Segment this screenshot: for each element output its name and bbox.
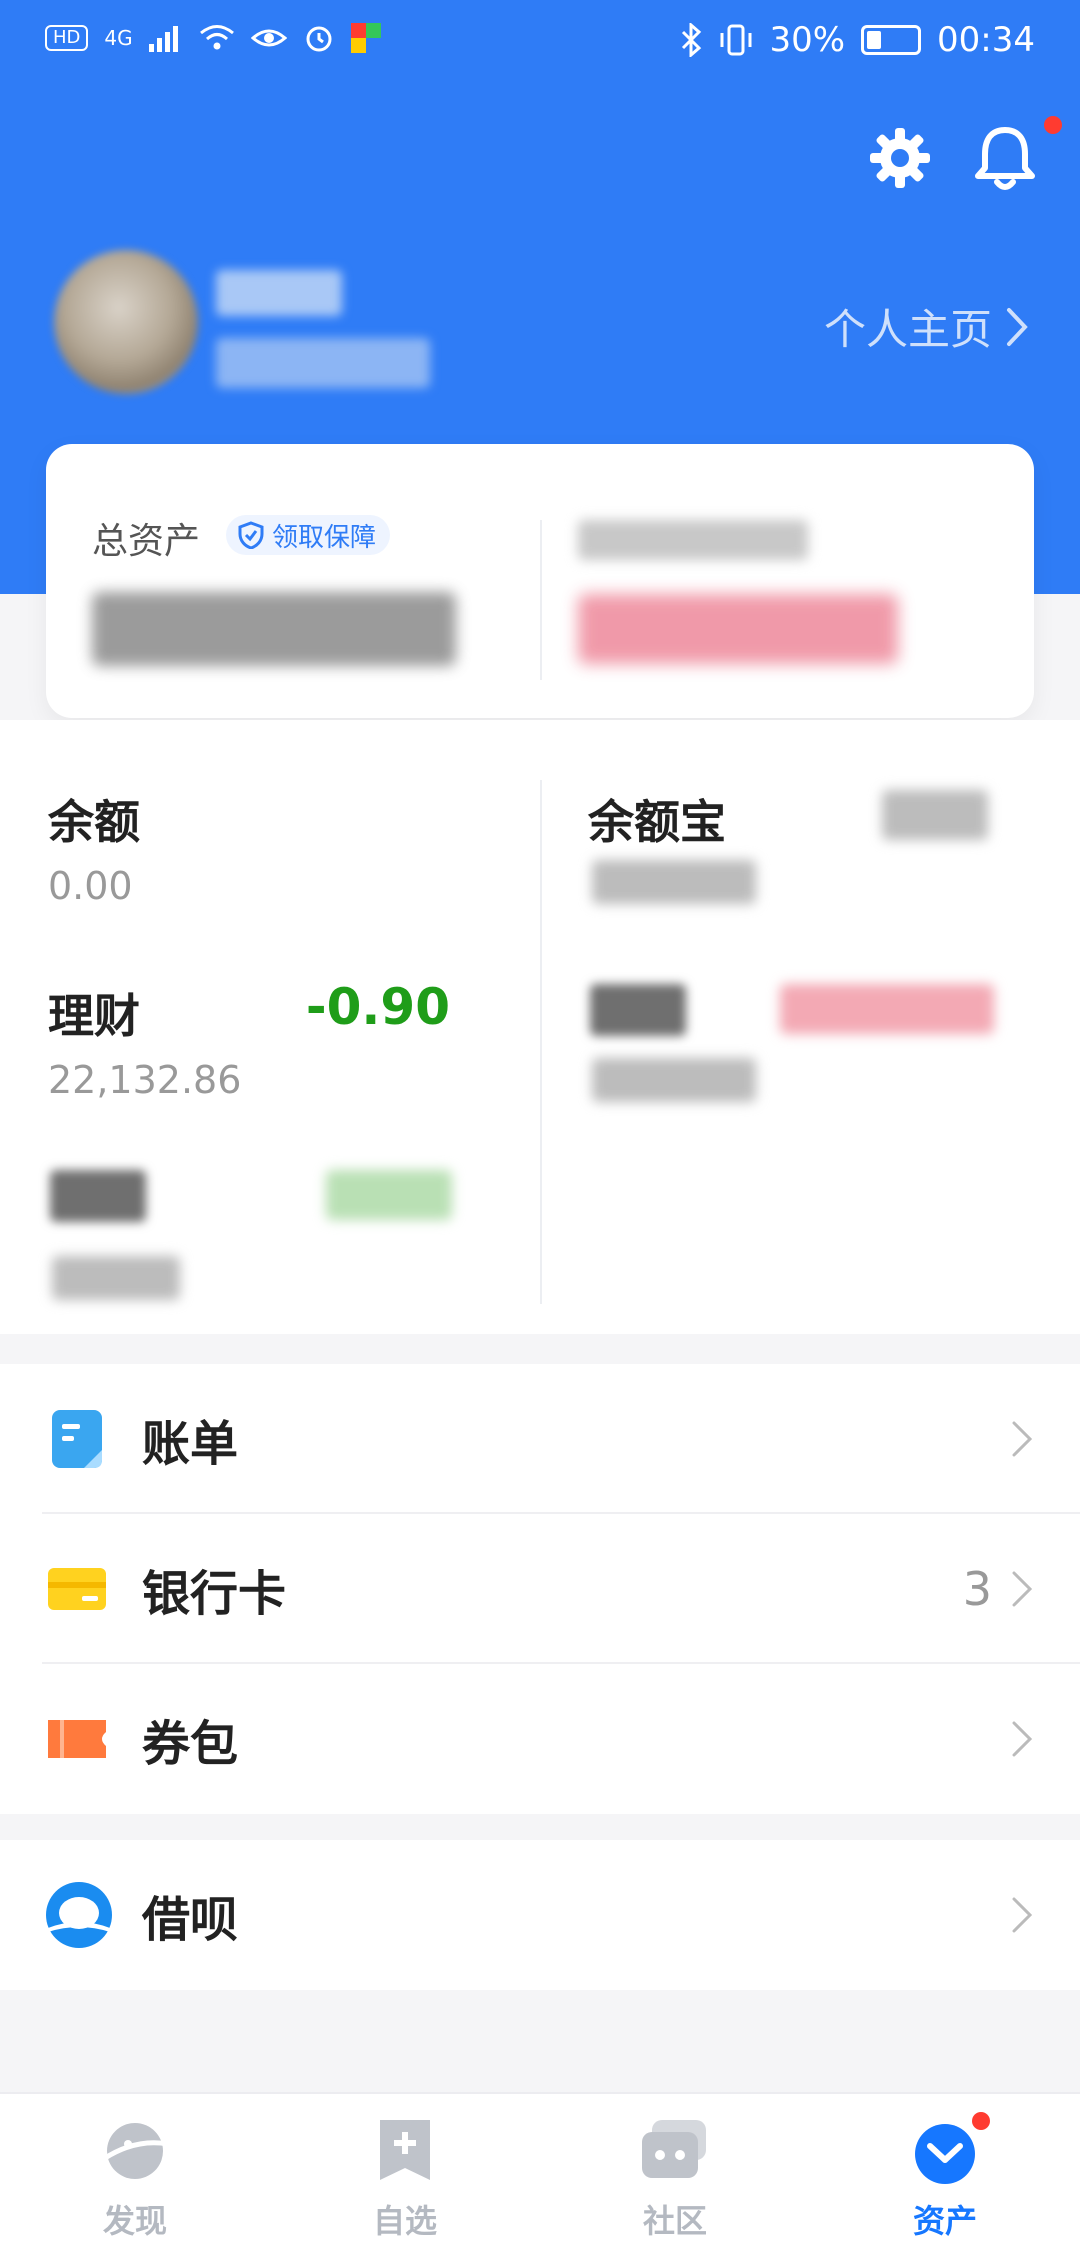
balance-name: 余额 [48, 795, 140, 849]
bank-card-count: 3 [962, 1562, 992, 1616]
network-label: 4G [104, 26, 133, 50]
tab-label: 自选 [372, 2202, 437, 2240]
account-menu: 账单 银行卡 3 券包 [0, 1364, 1080, 1814]
settings-gear-icon[interactable] [868, 126, 932, 190]
tab-badge-dot [972, 2112, 990, 2130]
protection-badge-label: 领取保障 [272, 522, 377, 553]
tab-label: 资产 [912, 2202, 977, 2240]
account-redacted [216, 338, 430, 388]
chevron-right-icon [1012, 1421, 1033, 1457]
signal-icon [148, 26, 178, 52]
bottom-tab-bar: 发现 自选 社区 资产 [0, 2092, 1080, 2246]
vibrate-icon [720, 24, 752, 56]
avatar[interactable] [54, 250, 198, 394]
yuebao-change-redacted [882, 790, 988, 840]
planet-icon [100, 2123, 169, 2179]
fund-name-redacted[interactable] [590, 984, 686, 1036]
battery-percent: 30% [769, 20, 846, 60]
balance-value: 0.00 [48, 864, 133, 908]
coupon-label: 券包 [142, 1716, 239, 1772]
asset-grid-divider [540, 780, 542, 1304]
wealth-value: 22,132.86 [48, 1058, 242, 1102]
yuebao-value-redacted [592, 860, 756, 904]
jiebei-icon [46, 1882, 112, 1948]
tab-label: 社区 [642, 2202, 707, 2240]
community-chat-icon [642, 2120, 706, 2178]
app-notification-icon [350, 23, 381, 53]
bill-row[interactable]: 账单 [0, 1364, 1080, 1514]
jiebei-label: 借呗 [142, 1892, 239, 1948]
tab-label: 发现 [102, 2202, 167, 2240]
chevron-right-icon [1012, 1571, 1033, 1607]
tab-community[interactable]: 社区 [540, 2094, 810, 2246]
fund-value-redacted [592, 1058, 756, 1102]
chevron-right-icon [1012, 1721, 1033, 1757]
bill-icon [52, 1410, 102, 1468]
chevron-right-icon [1012, 1897, 1033, 1933]
status-bar: HD 4G 30% 00:34 [0, 0, 1080, 90]
credit-menu: 借呗 [0, 1840, 1080, 1990]
profile-link[interactable]: 个人主页 [824, 296, 1028, 357]
tab-watchlist[interactable]: 自选 [270, 2094, 540, 2246]
battery-icon [861, 25, 922, 55]
other-asset-value-redacted [52, 1256, 180, 1300]
yesterday-earnings-label-redacted [578, 520, 808, 560]
total-assets-amount-redacted [92, 592, 456, 666]
tab-discover[interactable]: 发现 [0, 2094, 270, 2246]
protection-badge[interactable]: 领取保障 [226, 515, 391, 555]
card-divider [540, 520, 542, 680]
notification-dot [1044, 116, 1062, 134]
username-redacted [216, 270, 342, 316]
bank-card-icon [48, 1568, 106, 1610]
chevron-right-icon [1007, 307, 1028, 346]
status-right: 30% 00:34 [679, 20, 1035, 60]
assets-icon [915, 2124, 975, 2184]
profile-link-label: 个人主页 [823, 305, 992, 354]
balance-item[interactable]: 余额 [48, 786, 140, 852]
bank-card-label: 银行卡 [142, 1566, 287, 1622]
wifi-icon [199, 25, 234, 50]
yuebao-name[interactable]: 余额宝 [588, 786, 726, 852]
wealth-name[interactable]: 理财 [48, 980, 140, 1046]
bluetooth-icon [682, 23, 702, 57]
shield-check-icon [238, 521, 264, 549]
coupon-icon [48, 1720, 106, 1758]
other-asset-name-redacted[interactable] [50, 1170, 146, 1222]
jiebei-row[interactable]: 借呗 [0, 1840, 1080, 1990]
coupon-row[interactable]: 券包 [0, 1664, 1080, 1814]
eye-icon [250, 29, 287, 47]
bookmark-plus-icon [380, 2120, 430, 2180]
fund-change-redacted [780, 984, 994, 1034]
hd-badge: HD [45, 25, 89, 51]
yesterday-earnings-amount-redacted [578, 594, 898, 664]
wealth-change: -0.90 [305, 978, 450, 1036]
other-asset-change-redacted [326, 1170, 452, 1220]
bank-card-row[interactable]: 银行卡 3 [0, 1514, 1080, 1664]
notification-bell-icon[interactable] [972, 124, 1038, 194]
alarm-icon [306, 26, 332, 52]
bill-label: 账单 [142, 1416, 239, 1472]
status-left: HD 4G [45, 22, 381, 54]
clock: 00:34 [937, 20, 1035, 60]
total-assets-label: 总资产 [92, 521, 201, 562]
tab-assets[interactable]: 资产 [810, 2094, 1080, 2246]
